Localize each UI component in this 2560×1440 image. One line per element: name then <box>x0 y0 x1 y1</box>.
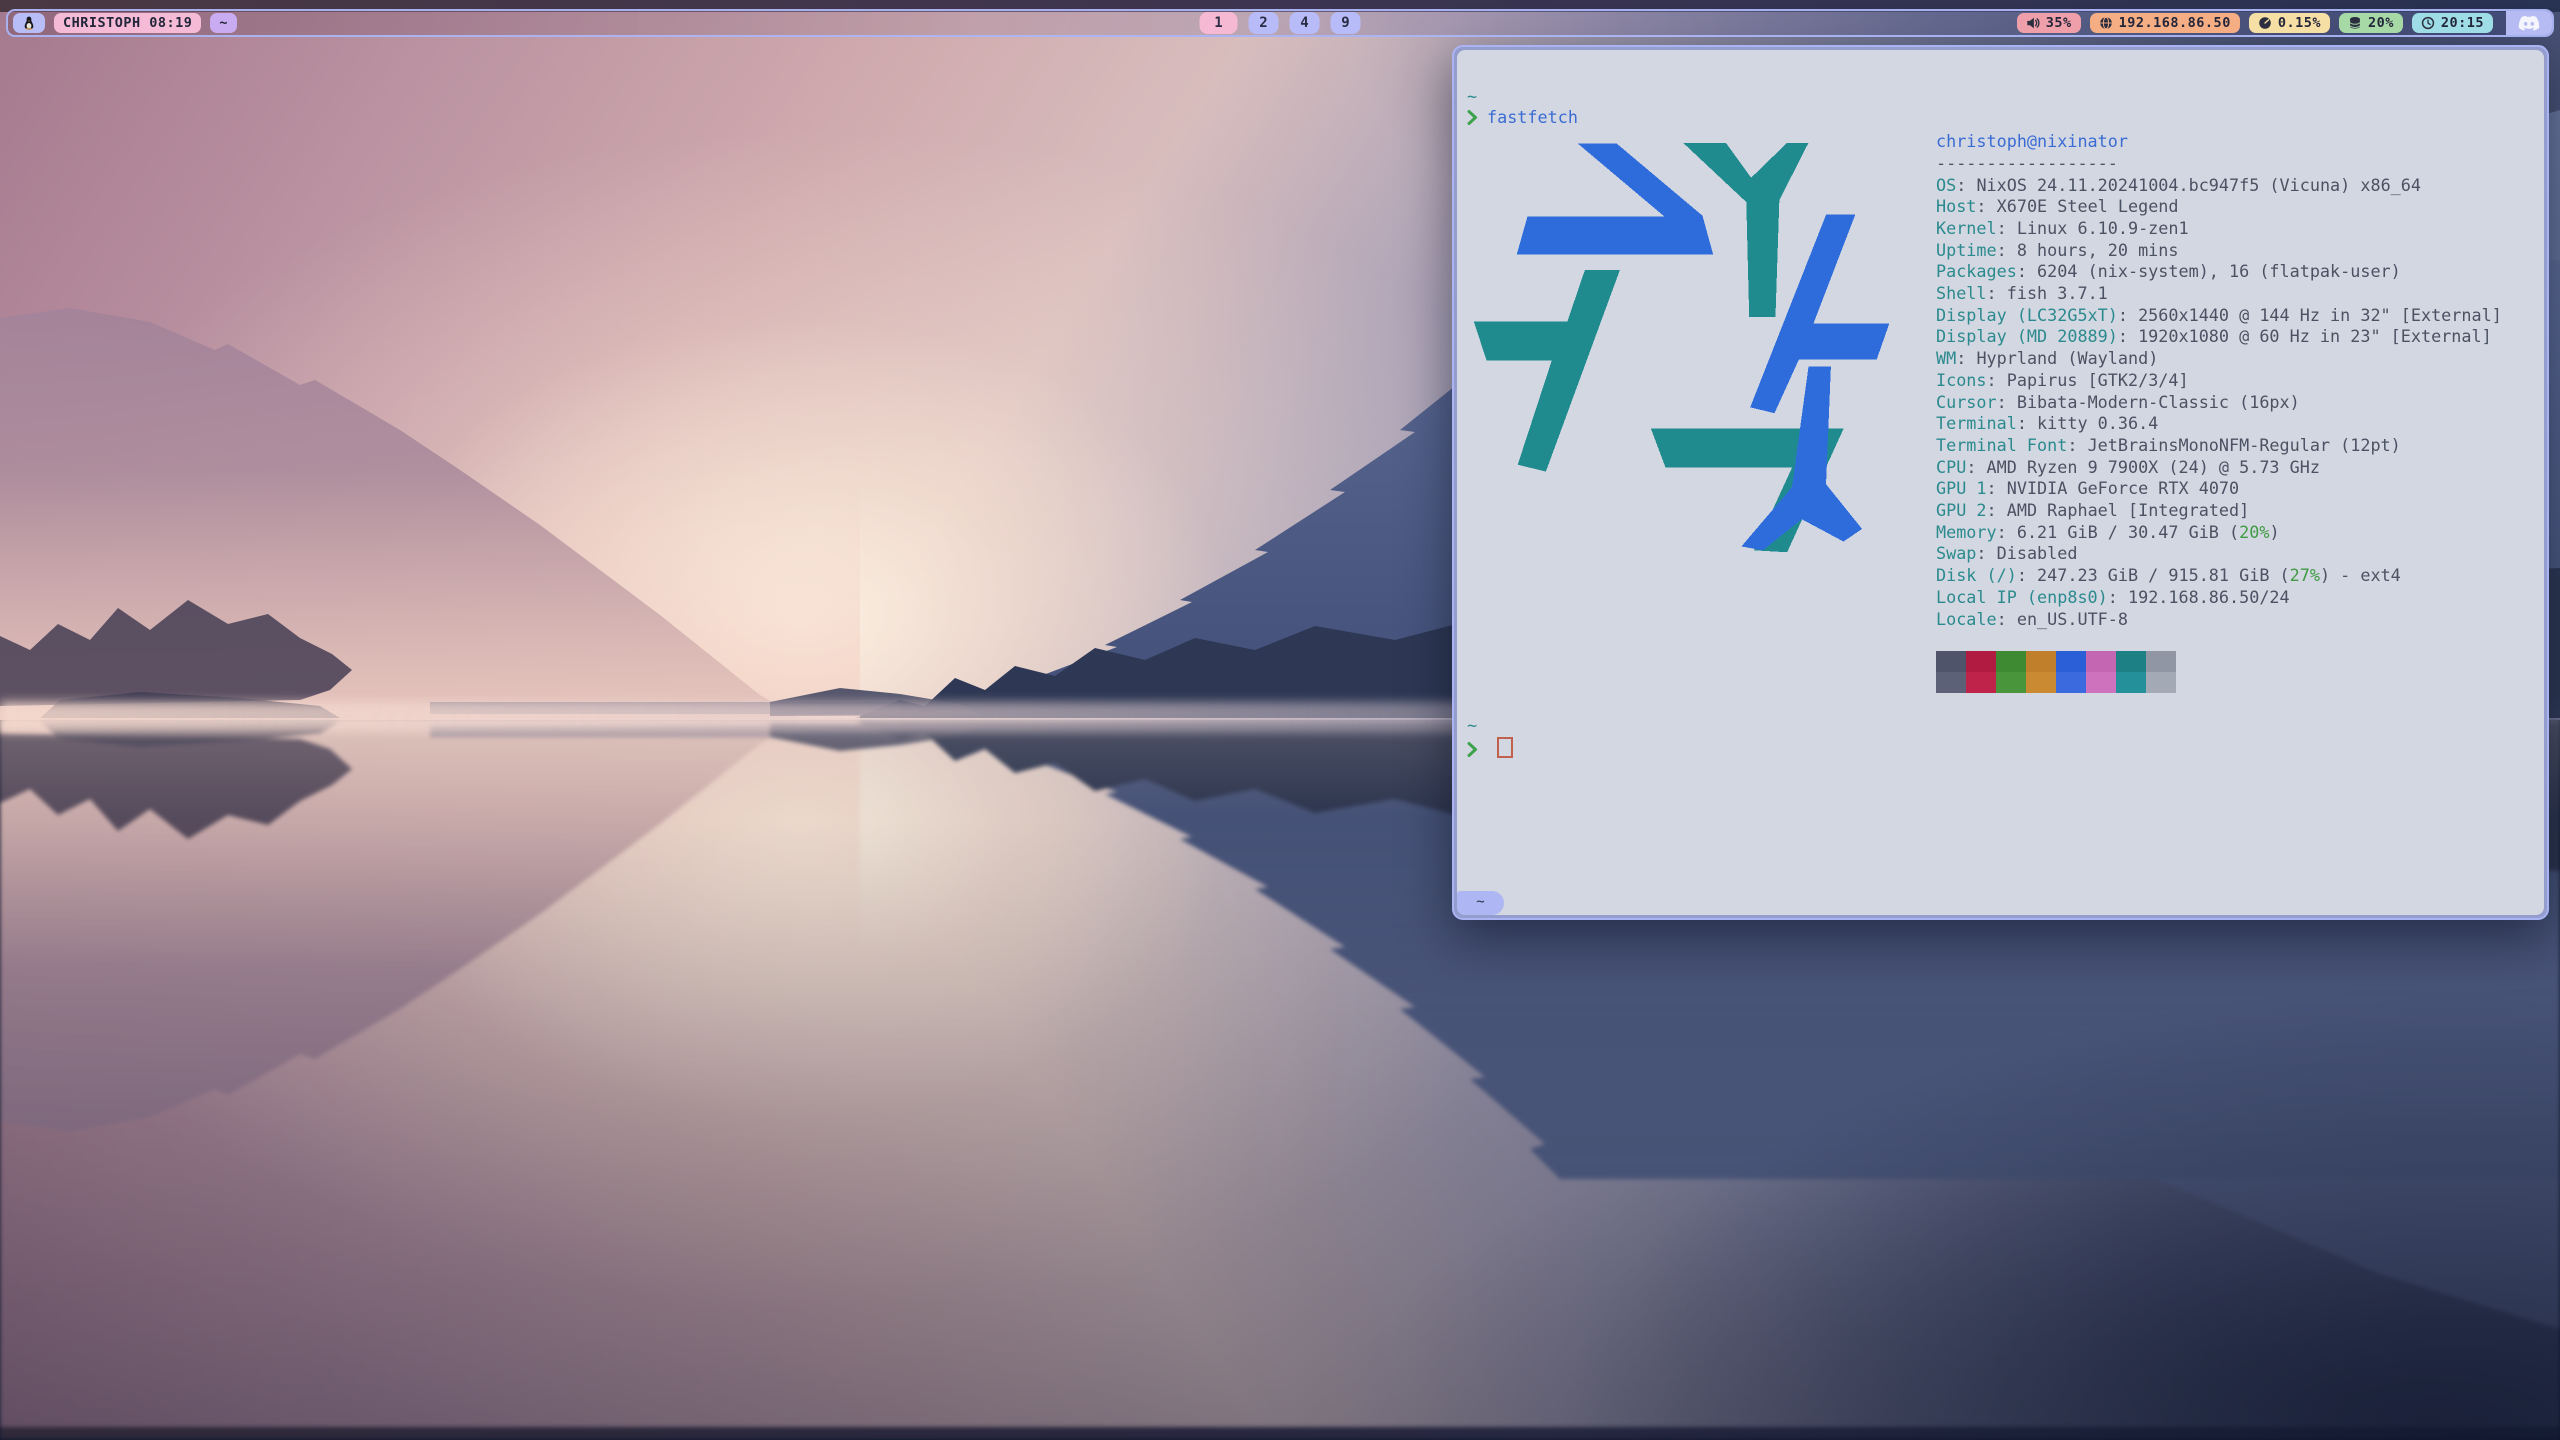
fastfetch-line: Display (LC32G5xT): 2560x1440 @ 144 Hz i… <box>1936 305 2502 327</box>
bar-cwd[interactable]: ~ <box>210 13 237 33</box>
bar-clock-date[interactable]: CHRISTOPH 08:19 <box>54 13 201 33</box>
globe-icon <box>2099 16 2113 30</box>
network-ip: 192.168.86.50 <box>2119 15 2231 31</box>
fastfetch-line: Terminal: kitty 0.36.4 <box>1936 413 2502 435</box>
cpu-module[interactable]: 0.15% <box>2249 13 2330 33</box>
status-bar: CHRISTOPH 08:19 ~ 1249 35% 192.168.86.50 <box>6 9 2554 37</box>
prompt2-cwd: ~ <box>1467 715 2544 737</box>
fastfetch-title: christoph@nixinator <box>1936 131 2502 153</box>
workspaces: 1249 <box>1200 12 1361 34</box>
palette-swatch <box>1996 651 2026 672</box>
volume-module[interactable]: 35% <box>2017 13 2081 33</box>
terminal-scrollback: ~ fastfetch <box>1457 50 2544 889</box>
fastfetch-line: CPU: AMD Ryzen 9 7900X (24) @ 5.73 GHz <box>1936 457 2502 479</box>
palette-swatch <box>2116 672 2146 693</box>
workspace-2[interactable]: 2 <box>1249 12 1279 34</box>
desktop: CHRISTOPH 08:19 ~ 1249 35% 192.168.86.50 <box>0 0 2560 1440</box>
fastfetch-line: Terminal Font: JetBrainsMonoNFM-Regular … <box>1936 435 2502 457</box>
speaker-icon <box>2026 16 2040 30</box>
palette-swatch <box>1966 672 1996 693</box>
fastfetch-line: Local IP (enp8s0): 192.168.86.50/24 <box>1936 587 2502 609</box>
palette-swatch <box>1996 672 2026 693</box>
tux-icon <box>22 16 36 30</box>
palette-swatch <box>1936 672 1966 693</box>
palette-swatch <box>1936 651 1966 672</box>
prompt2-input-line[interactable] <box>1467 737 2544 761</box>
terminal-content: ~ fastfetch <box>1457 50 2544 915</box>
fastfetch-line: Cursor: Bibata-Modern-Classic (16px) <box>1936 392 2502 414</box>
launcher-button[interactable] <box>13 13 45 33</box>
discord-icon[interactable] <box>2518 15 2540 32</box>
fastfetch-info: christoph@nixinator ------------------ O… <box>1936 131 2502 693</box>
palette-swatch <box>2116 651 2146 672</box>
terminal-cursor <box>1497 737 1513 758</box>
fastfetch-line: OS: NixOS 24.11.20241004.bc947f5 (Vicuna… <box>1936 175 2502 197</box>
clock-value: 20:15 <box>2441 15 2484 31</box>
memory-value: 20% <box>2368 15 2394 31</box>
prompt-command-line: fastfetch <box>1467 107 2544 129</box>
fastfetch-line: GPU 2: AMD Raphael [Integrated] <box>1936 500 2502 522</box>
fastfetch-line: Icons: Papirus [GTK2/3/4] <box>1936 370 2502 392</box>
fastfetch-line: Locale: en_US.UTF-8 <box>1936 609 2502 631</box>
fastfetch-line: Kernel: Linux 6.10.9-zen1 <box>1936 218 2502 240</box>
workspace-4[interactable]: 4 <box>1290 12 1320 34</box>
palette-swatch <box>2146 651 2176 672</box>
memory-module[interactable]: 20% <box>2339 13 2403 33</box>
clock-module[interactable]: 20:15 <box>2412 13 2493 33</box>
palette-swatch <box>2056 651 2086 672</box>
palette-swatch <box>2026 651 2056 672</box>
palette-swatch <box>1966 651 1996 672</box>
fastfetch-lines: OS: NixOS 24.11.20241004.bc947f5 (Vicuna… <box>1936 175 2502 631</box>
kitty-tab-bar: ~ <box>1457 889 2544 915</box>
palette-swatch <box>2056 672 2086 693</box>
workspace-1[interactable]: 1 <box>1200 12 1238 34</box>
system-tray <box>2506 11 2552 35</box>
fastfetch-line: Packages: 6204 (nix-system), 16 (flatpak… <box>1936 261 2502 283</box>
fastfetch-line: Shell: fish 3.7.1 <box>1936 283 2502 305</box>
database-icon <box>2348 16 2362 30</box>
prompt-chevron-icon <box>1467 107 1487 129</box>
fastfetch-line: Memory: 6.21 GiB / 30.47 GiB (20%) <box>1936 522 2502 544</box>
cpu-value: 0.15% <box>2278 15 2321 31</box>
bar-right-modules: 35% 192.168.86.50 0.15% <box>2017 11 2552 35</box>
palette-swatch <box>2146 672 2176 693</box>
workspace-9[interactable]: 9 <box>1331 12 1361 34</box>
palette-swatch <box>2026 672 2056 693</box>
fastfetch-line: Uptime: 8 hours, 20 mins <box>1936 240 2502 262</box>
clock-icon <box>2421 16 2435 30</box>
palette-swatch <box>2086 651 2116 672</box>
fastfetch-line: GPU 1: NVIDIA GeForce RTX 4070 <box>1936 478 2502 500</box>
kitty-terminal-window[interactable]: ~ fastfetch <box>1452 45 2549 920</box>
prompt-cwd: ~ <box>1467 86 2544 108</box>
volume-value: 35% <box>2046 15 2072 31</box>
bar-left-modules: CHRISTOPH 08:19 ~ <box>8 13 237 33</box>
fastfetch-line: Disk (/): 247.23 GiB / 915.81 GiB (27%) … <box>1936 565 2502 587</box>
command-text: fastfetch <box>1487 107 1578 127</box>
fastfetch-line: WM: Hyprland (Wayland) <box>1936 348 2502 370</box>
prompt2-chevron-icon <box>1467 739 1487 761</box>
nixos-logo <box>1470 134 1900 693</box>
fastfetch-line: Host: X670E Steel Legend <box>1936 196 2502 218</box>
terminal-color-palette <box>1936 651 2502 693</box>
gauge-icon <box>2258 16 2272 30</box>
fastfetch-output: christoph@nixinator ------------------ O… <box>1467 131 2544 693</box>
fastfetch-line: Swap: Disabled <box>1936 543 2502 565</box>
fastfetch-separator: ------------------ <box>1936 153 2502 175</box>
tab-home[interactable]: ~ <box>1457 891 1504 915</box>
fastfetch-line: Display (MD 20889): 1920x1080 @ 60 Hz in… <box>1936 326 2502 348</box>
network-module[interactable]: 192.168.86.50 <box>2090 13 2240 33</box>
palette-swatch <box>2086 672 2116 693</box>
